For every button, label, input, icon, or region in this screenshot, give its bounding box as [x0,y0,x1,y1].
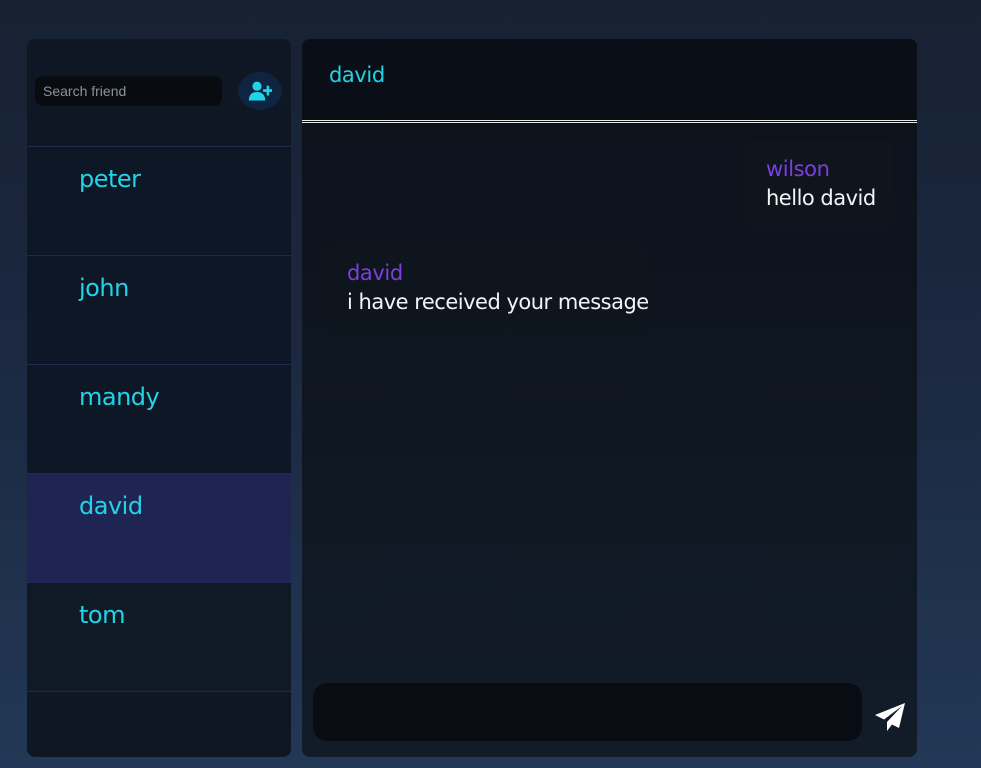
message-input[interactable] [313,683,862,741]
search-friend-input[interactable] [35,76,222,106]
add-friend-button[interactable] [238,72,282,110]
friend-name: peter [79,165,141,193]
chat-panel: david wilson hello david david i have re… [302,39,917,757]
user-plus-icon [248,81,272,101]
friend-list: peter john mandy david tom [27,146,291,692]
chat-header: david [302,39,917,123]
message-text: hello david [766,186,876,210]
friends-sidebar: peter john mandy david tom [27,39,291,757]
message-sender: david [347,261,403,285]
chat-title: david [329,63,385,87]
friend-name: david [79,492,143,520]
friend-item-tom[interactable]: tom [27,583,291,692]
message-bubble-sent: wilson hello david [744,142,894,226]
paper-plane-icon [875,703,905,731]
friend-item-mandy[interactable]: mandy [27,365,291,474]
friend-name: mandy [79,383,160,411]
send-button[interactable] [871,699,909,735]
friend-name: tom [79,601,125,629]
friend-item-john[interactable]: john [27,256,291,365]
friend-name: john [79,274,129,302]
search-row [27,39,291,146]
message-text: i have received your message [347,290,649,314]
friend-item-david[interactable]: david [27,474,291,583]
message-sender: wilson [766,157,830,181]
friend-item-peter[interactable]: peter [27,147,291,256]
message-bubble-received: david i have received your message [325,246,649,330]
